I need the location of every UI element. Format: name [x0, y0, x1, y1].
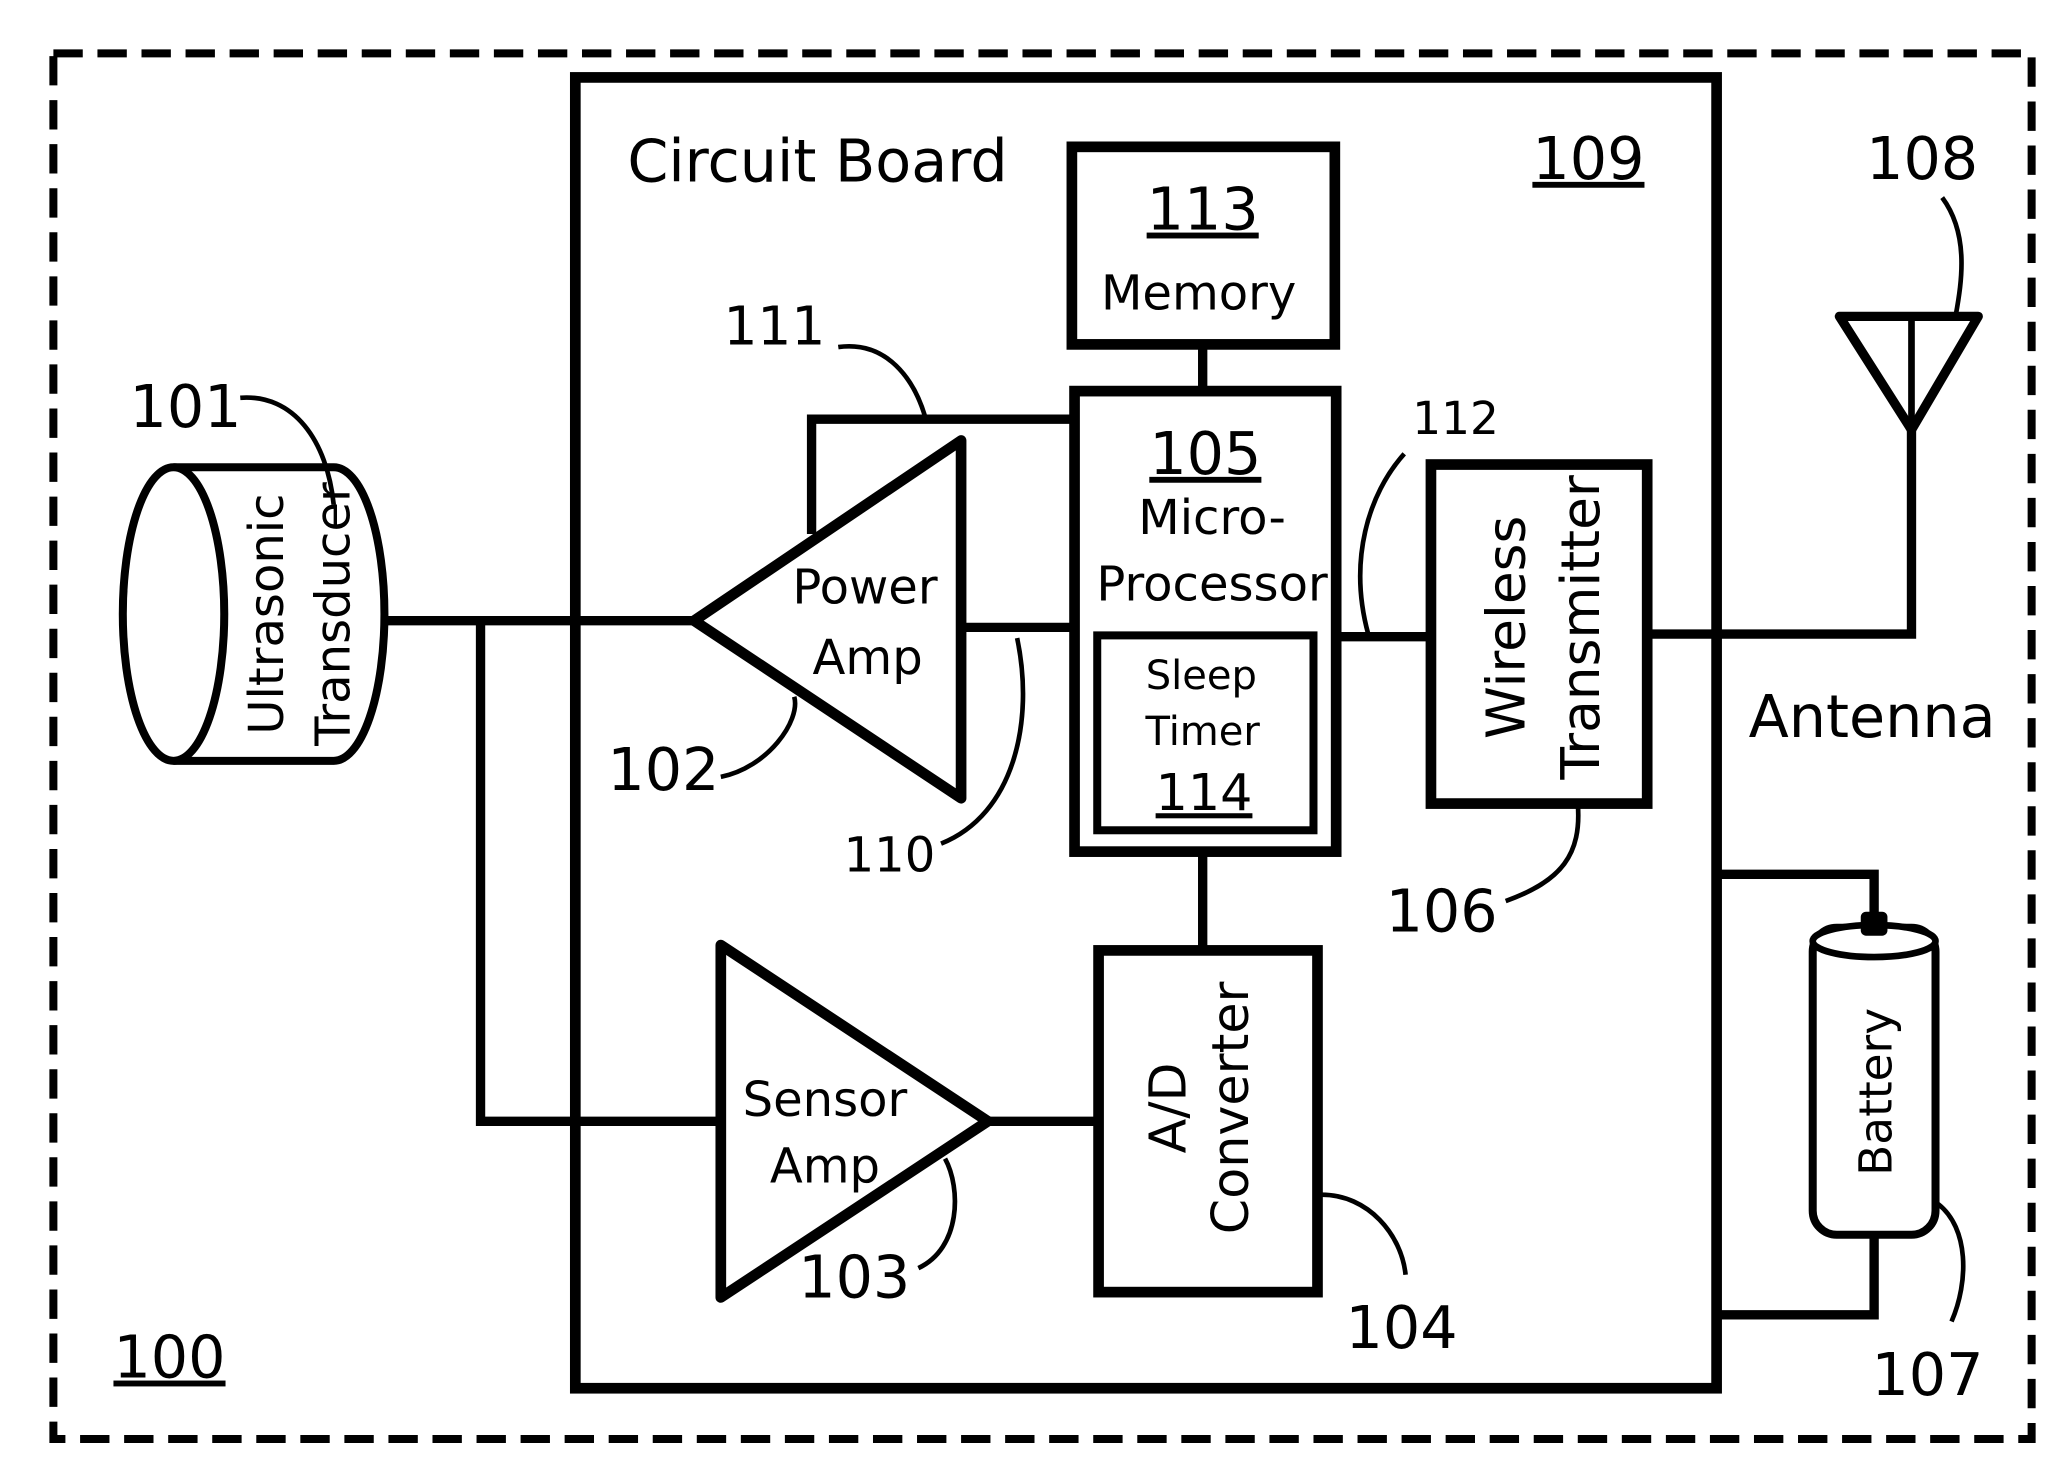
battery-ref: 107 — [1871, 1340, 1983, 1409]
ad-ref: 104 — [1346, 1293, 1458, 1362]
memory-label: Memory — [1101, 266, 1296, 322]
ref-112: 112 — [1412, 392, 1499, 445]
sleep-timer-ref: 114 — [1156, 763, 1253, 822]
leader-112 — [1357, 452, 1406, 635]
antenna-label: Antenna — [1749, 682, 1996, 751]
antenna-ref: 108 — [1866, 124, 1978, 193]
transducer-label-1: Ultrasonic — [239, 493, 295, 734]
leader-108 — [1940, 196, 1964, 317]
leader-102 — [720, 696, 798, 780]
microprocessor-label-2: Processor — [1096, 557, 1328, 613]
ad-label-2: Converter — [1201, 981, 1260, 1234]
memory-block: 113 Memory — [1066, 141, 1341, 350]
leader-103 — [917, 1157, 958, 1271]
power-amp-ref: 102 — [607, 735, 719, 804]
system-ref: 100 — [113, 1323, 225, 1392]
microprocessor-ref: 105 — [1149, 419, 1261, 488]
ref-110: 110 — [844, 828, 936, 884]
sensor-amp-label-1: Sensor — [743, 1072, 908, 1128]
transmitter-label-1: Wireless — [1474, 516, 1537, 739]
transmitter-ref: 106 — [1386, 877, 1498, 946]
ultrasonic-transducer: Ultrasonic Transducer — [118, 463, 389, 765]
power-amp: Power Amp — [688, 435, 967, 804]
battery-icon: Battery — [1808, 911, 1940, 1239]
wireless-transmitter-block: Wireless Transmitter — [1425, 459, 1653, 809]
sensor-amp-label-2: Amp — [770, 1139, 880, 1195]
transducer-ref: 101 — [129, 372, 241, 441]
battery-label: Battery — [1849, 1008, 1902, 1176]
antenna-icon — [1834, 311, 1983, 435]
block-diagram: 100 Circuit Board 109 Ultrasonic Transdu… — [49, 49, 2036, 1443]
sleep-timer-label-1: Sleep — [1146, 653, 1257, 699]
sensor-amp-ref: 103 — [798, 1242, 910, 1311]
leader-104 — [1321, 1192, 1408, 1276]
leader-106 — [1504, 803, 1581, 904]
transmitter-label-2: Transmitter — [1549, 475, 1612, 781]
microprocessor-block: 105 Micro- Processor Sleep Timer 114 — [1069, 385, 1342, 857]
ref-111: 111 — [723, 294, 825, 357]
circuit-board-title: Circuit Board — [627, 127, 1007, 196]
memory-ref: 113 — [1147, 175, 1259, 244]
microprocessor-label-1: Micro- — [1138, 490, 1286, 546]
power-amp-label-1: Power — [792, 559, 938, 615]
transducer-label-2: Transducer — [306, 482, 362, 747]
leader-111 — [837, 344, 928, 418]
power-amp-label-2: Amp — [813, 630, 923, 686]
leader-107 — [1936, 1202, 1966, 1323]
sleep-timer-label-2: Timer — [1144, 709, 1260, 755]
ad-label-1: A/D — [1138, 1062, 1197, 1153]
ad-converter-block: A/D Converter — [1093, 945, 1323, 1298]
circuit-board-ref: 109 — [1532, 124, 1644, 193]
